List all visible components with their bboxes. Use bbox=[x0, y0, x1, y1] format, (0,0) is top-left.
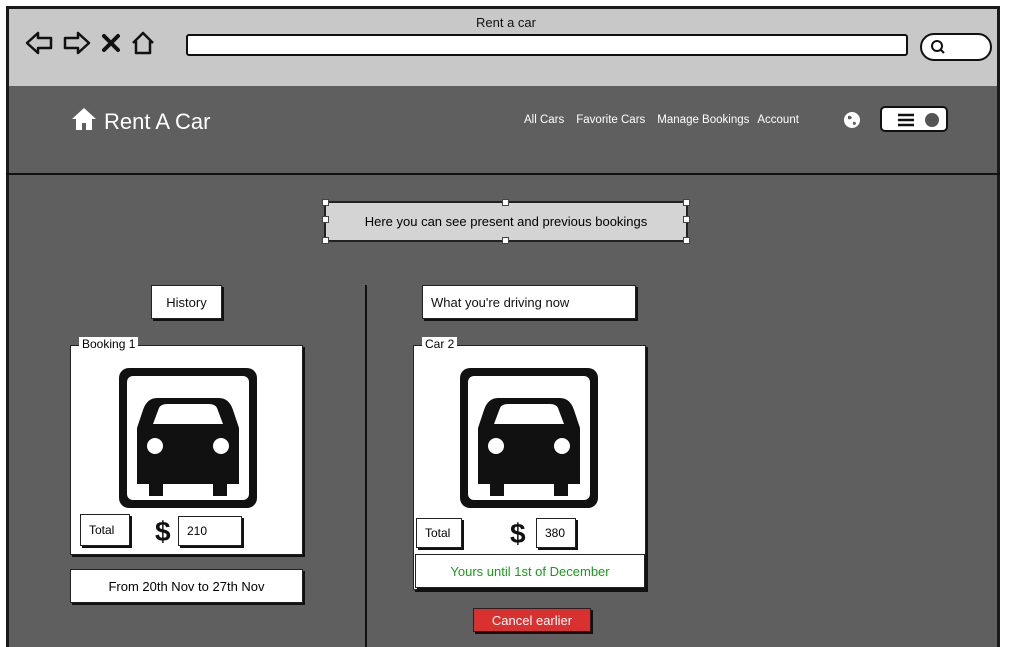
car-icon bbox=[117, 366, 259, 515]
search-icon bbox=[930, 39, 946, 60]
column-divider bbox=[365, 285, 367, 647]
globe-icon[interactable] bbox=[843, 111, 861, 134]
menu-toggle-icon bbox=[896, 113, 940, 132]
current-label: What you're driving now bbox=[422, 285, 636, 319]
cancel-earlier-button[interactable]: Cancel earlier bbox=[473, 608, 591, 632]
selection-handle bbox=[683, 199, 690, 206]
rental-until: Yours until 1st of December bbox=[415, 554, 645, 588]
window-title: Rent a car bbox=[476, 15, 536, 30]
close-icon[interactable] bbox=[100, 31, 122, 60]
nav-all-cars[interactable]: All Cars bbox=[524, 114, 564, 126]
car-icon bbox=[458, 366, 600, 515]
currency-symbol: $ bbox=[510, 518, 526, 549]
booking-legend: Booking 1 bbox=[79, 337, 139, 351]
selection-handle bbox=[683, 237, 690, 244]
selection-handle bbox=[322, 199, 329, 206]
selection-handle bbox=[322, 237, 329, 244]
nav-account[interactable]: Account bbox=[757, 114, 799, 126]
total-amount: 210 bbox=[178, 516, 242, 546]
total-label: Total bbox=[416, 518, 462, 548]
total-amount: 380 bbox=[536, 518, 576, 548]
menu-toggle[interactable] bbox=[880, 106, 948, 132]
history-label: History bbox=[151, 285, 222, 319]
forward-arrow-icon[interactable] bbox=[62, 30, 92, 61]
brand-name: Rent A Car bbox=[104, 109, 211, 134]
info-banner: Here you can see present and previous bo… bbox=[322, 199, 690, 244]
banner-text: Here you can see present and previous bo… bbox=[364, 214, 648, 229]
current-car-card[interactable]: Car 2 Total $ 380 Yours until 1st of Dec… bbox=[413, 337, 646, 590]
booking-card[interactable]: Booking 1 Total $ 210 bbox=[70, 337, 303, 555]
search-button[interactable] bbox=[920, 33, 992, 61]
currency-symbol: $ bbox=[155, 516, 171, 547]
home-icon bbox=[70, 106, 98, 138]
booking-dates: From 20th Nov to 27th Nov bbox=[70, 569, 303, 603]
selection-handle bbox=[502, 237, 509, 244]
selection-handle bbox=[322, 216, 329, 223]
brand[interactable]: Rent A Car bbox=[70, 106, 210, 138]
car-legend: Car 2 bbox=[422, 337, 458, 351]
selection-handle bbox=[683, 216, 690, 223]
browser-nav-buttons bbox=[24, 30, 156, 60]
selection-handle bbox=[502, 199, 509, 206]
nav-favorite-cars[interactable]: Favorite Cars bbox=[576, 114, 645, 126]
top-nav: All Cars Favorite Cars Manage Bookings A… bbox=[524, 114, 799, 126]
back-arrow-icon[interactable] bbox=[24, 30, 54, 61]
address-bar[interactable] bbox=[186, 34, 908, 56]
total-label: Total bbox=[80, 514, 130, 546]
header-divider bbox=[6, 173, 1000, 175]
nav-manage-bookings[interactable]: Manage Bookings bbox=[657, 114, 749, 126]
home-outline-icon[interactable] bbox=[130, 30, 156, 61]
